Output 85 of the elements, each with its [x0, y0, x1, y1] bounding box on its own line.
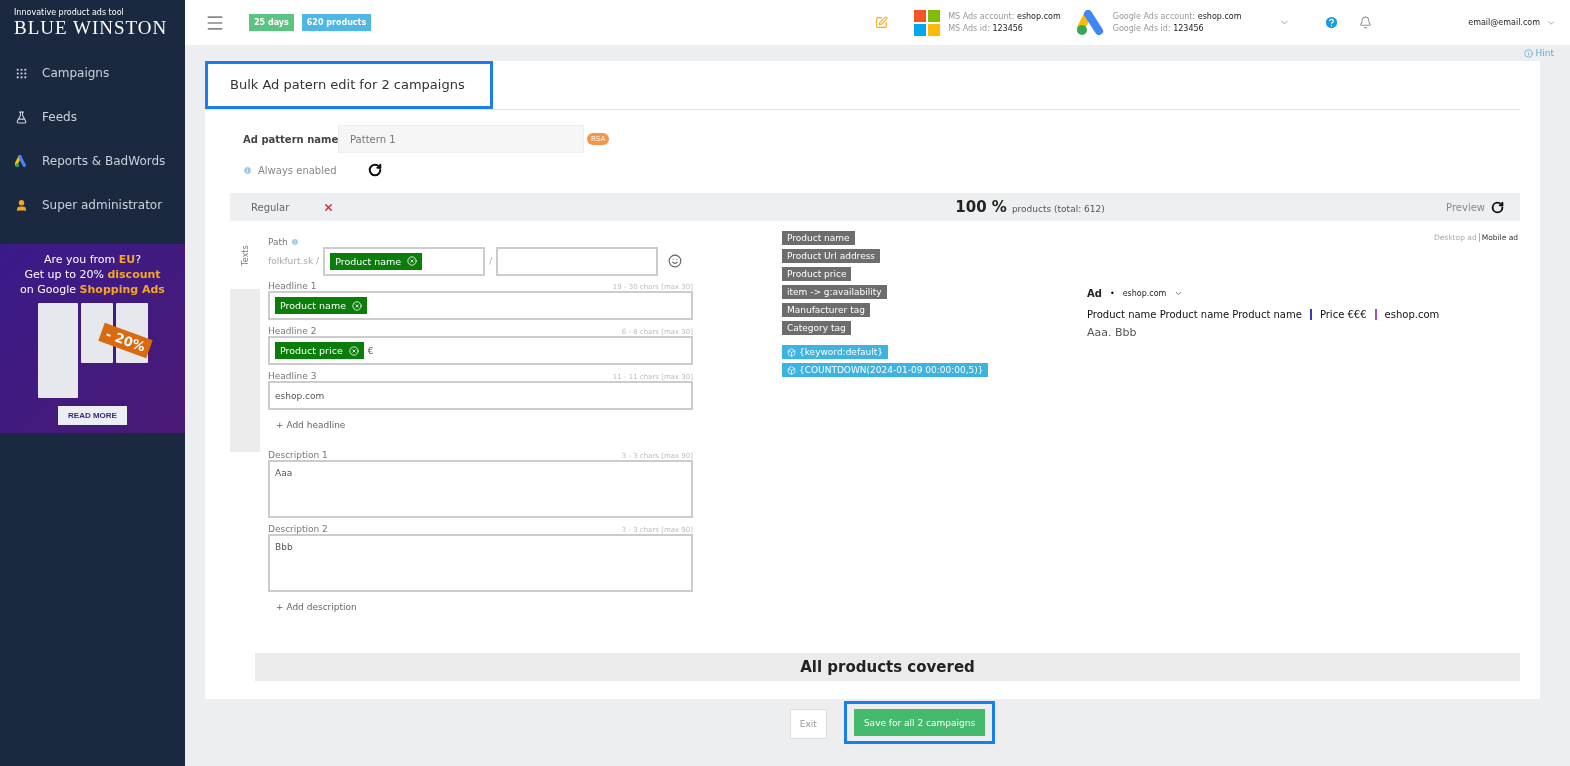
tab[interactable]: Regular [251, 201, 323, 213]
refresh-icon[interactable] [368, 163, 382, 177]
coverage-status: All products covered [255, 653, 1520, 681]
add-description-link[interactable]: + Add description [276, 602, 693, 612]
close-icon[interactable] [323, 201, 334, 213]
schedule-status: Always enabled [258, 164, 338, 176]
bell-icon[interactable] [1359, 16, 1373, 29]
variable-chip[interactable]: Product Url address [782, 249, 881, 263]
page-title: Bulk Ad patern edit for 2 campaigns [205, 61, 493, 109]
account-id: Google Ads id: 123456 [1112, 22, 1205, 35]
info-icon [1524, 48, 1534, 58]
ad-label: Ad [1087, 288, 1102, 299]
preview-button[interactable]: Preview [1446, 200, 1504, 214]
field-text: eshop.com [275, 390, 325, 401]
description-field[interactable]: Aaa [268, 460, 693, 518]
triangle-logo-icon [15, 154, 28, 168]
status-badge: 25 days [249, 14, 294, 31]
logo: BLUE WINSTON [14, 17, 169, 39]
read-more-button[interactable]: READ MORE [58, 406, 127, 425]
triangle-logo-icon [1076, 9, 1105, 36]
info-icon [243, 165, 252, 175]
separator-text: / [489, 256, 493, 266]
remove-icon[interactable] [352, 300, 363, 311]
field-text: € [367, 345, 374, 356]
variable-chip[interactable]: Manufacturer tag [782, 303, 870, 317]
coverage-text: products (total: 612) [1011, 204, 1105, 214]
remove-icon[interactable] [348, 345, 359, 356]
variable-chip: Product price [275, 342, 364, 359]
field-label: Description 1 [268, 450, 328, 460]
account-name: Google Ads account: eshop.com [1112, 10, 1242, 23]
add-headline-link[interactable]: + Add headline [276, 420, 693, 430]
headline-field[interactable]: eshop.com [268, 381, 693, 410]
ad-headline: eshop.com [1374, 309, 1448, 320]
variable-chip: Product name [275, 297, 368, 314]
grid-icon [15, 66, 28, 80]
field-label: Path [268, 237, 299, 247]
headline-field[interactable]: Product name [268, 291, 693, 320]
refresh-icon [1491, 200, 1504, 214]
emoji-icon[interactable] [668, 254, 683, 268]
cube-icon [787, 365, 796, 375]
variable-chip: Product name [330, 252, 423, 270]
remove-icon[interactable] [407, 256, 418, 266]
path-field[interactable]: Product name [323, 246, 486, 276]
four-squares-logo-icon [914, 9, 941, 36]
cube-icon [787, 347, 796, 357]
coverage-percent: 100 % [955, 198, 1007, 216]
promo-text: Are you from EU? [43, 253, 142, 266]
pattern-name-field[interactable]: Pattern 1 [338, 125, 584, 153]
variable-chip[interactable]: Product price [782, 267, 852, 281]
dot-text: • [1109, 289, 1115, 298]
variable-chip[interactable]: item -> g:availability [782, 285, 887, 299]
exit-button[interactable]: Exit [789, 709, 827, 739]
promo-text: Get up to 20% discount [24, 268, 161, 281]
variable-chip[interactable]: Product name [782, 231, 855, 245]
ad-description: Aaa. Bbb [1087, 326, 1138, 339]
variable-chip[interactable]: Category tag [782, 321, 851, 335]
caret-icon [1174, 289, 1184, 298]
ad-domain: eshop.com [1122, 289, 1167, 298]
field-label: Headline 3 [268, 371, 317, 381]
account-id: MS Ads id: 123456 [948, 22, 1024, 35]
headline-field[interactable]: Product price € [268, 336, 693, 365]
ad-headline: Price €€€ [1309, 309, 1375, 320]
edit-icon[interactable] [875, 16, 889, 29]
product-card-drawing [80, 303, 113, 363]
description-field[interactable]: Bbb [268, 534, 693, 592]
domain-text: folkfurt.sk / [268, 256, 320, 266]
sidebar-item[interactable]: Campaigns [0, 51, 185, 95]
flask-icon [15, 110, 28, 124]
user-email[interactable]: email@email.com [1468, 18, 1540, 27]
logo-tagline: Innovative product ads tool [14, 8, 125, 17]
account-name: MS Ads account: eshop.com [948, 10, 1061, 23]
field-label: Headline 2 [268, 326, 317, 336]
sidebar-item[interactable]: Feeds [0, 95, 185, 139]
sidebar-item[interactable]: Reports & BadWords [0, 139, 185, 183]
info-icon [290, 238, 299, 246]
field-label: Ad pattern name [243, 133, 338, 145]
path-field[interactable] [496, 246, 659, 276]
field-label: Description 2 [268, 524, 328, 534]
sidebar-item[interactable]: Super administrator [0, 183, 185, 227]
help-icon[interactable] [1324, 15, 1340, 30]
user-icon [15, 198, 28, 212]
promo-text: on Google Shopping Ads [20, 283, 165, 296]
status-badge: 620 products [301, 14, 372, 31]
ad-headline: Product name Product name Product name [1087, 309, 1303, 320]
field-label: Headline 1 [268, 281, 317, 291]
